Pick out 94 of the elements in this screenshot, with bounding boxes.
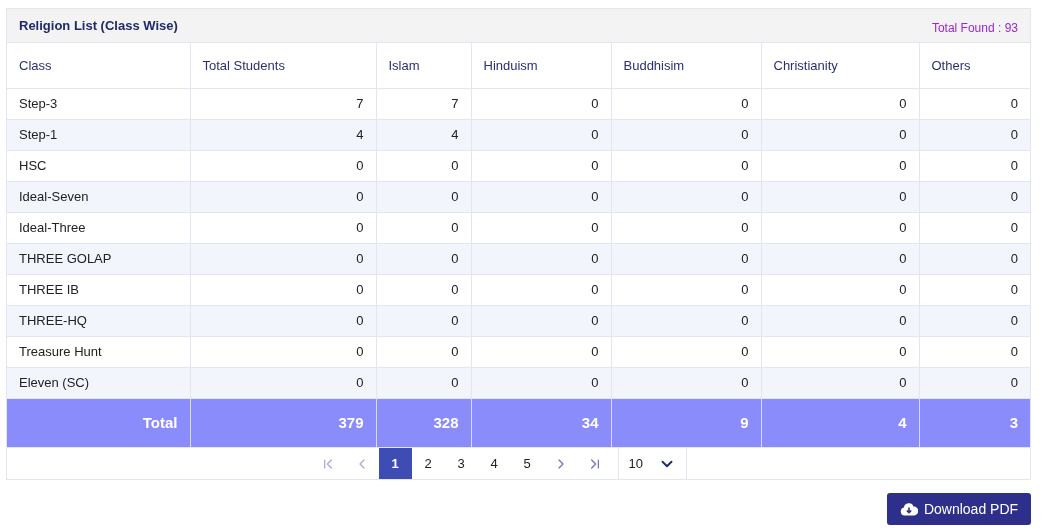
total-cell: 34	[471, 398, 611, 447]
table-cell: 0	[471, 367, 611, 398]
column-header: Total Students	[190, 43, 376, 88]
table-cell: 0	[376, 150, 471, 181]
column-header: Buddhisim	[611, 43, 761, 88]
table-cell: 0	[376, 181, 471, 212]
table-cell: 0	[919, 305, 1030, 336]
table-cell: THREE-HQ	[7, 305, 190, 336]
table-cell: 0	[611, 367, 761, 398]
column-header: Christianity	[761, 43, 919, 88]
table-cell: 0	[919, 150, 1030, 181]
table-cell: 0	[471, 274, 611, 305]
page-button[interactable]: 1	[378, 447, 412, 479]
table-cell: 0	[761, 150, 919, 181]
table-cell: 0	[761, 336, 919, 367]
table-cell: 0	[190, 274, 376, 305]
table-cell: 0	[611, 243, 761, 274]
table-cell: 0	[190, 181, 376, 212]
table-cell: 0	[471, 212, 611, 243]
table-cell: 7	[190, 88, 376, 119]
column-header: Islam	[376, 43, 471, 88]
table-cell: 0	[761, 88, 919, 119]
table-cell: 0	[190, 212, 376, 243]
total-cell: Total	[7, 398, 190, 447]
table-cell: 0	[611, 212, 761, 243]
table-cell: 0	[919, 181, 1030, 212]
table-cell: 0	[761, 274, 919, 305]
table-cell: Ideal-Three	[7, 212, 190, 243]
table-cell: 0	[761, 367, 919, 398]
table-cell: HSC	[7, 150, 190, 181]
total-cell: 379	[190, 398, 376, 447]
table-cell: 0	[190, 150, 376, 181]
table-cell: Ideal-Seven	[7, 181, 190, 212]
total-found: Total Found : 93	[931, 19, 1018, 37]
page-button[interactable]: 4	[477, 447, 511, 479]
page-button[interactable]: 3	[444, 447, 478, 479]
table-cell: 0	[761, 243, 919, 274]
table-cell: 0	[761, 119, 919, 150]
table-cell: 0	[761, 212, 919, 243]
table-cell: 4	[190, 119, 376, 150]
total-cell: 328	[376, 398, 471, 447]
table-cell: 0	[611, 150, 761, 181]
table-cell: 0	[919, 212, 1030, 243]
table-cell: 0	[471, 336, 611, 367]
table-cell: 0	[376, 212, 471, 243]
table-cell: 0	[919, 367, 1030, 398]
table-cell: 0	[919, 274, 1030, 305]
table-cell: 0	[190, 243, 376, 274]
total-cell: 3	[919, 398, 1030, 447]
table-cell: 0	[611, 181, 761, 212]
column-header: Hinduism	[471, 43, 611, 88]
table-cell: 0	[190, 336, 376, 367]
table-cell: 0	[376, 305, 471, 336]
table-cell: 0	[919, 119, 1030, 150]
table-cell: 0	[611, 88, 761, 119]
total-cell: 9	[611, 398, 761, 447]
page-size-select[interactable]: 10	[617, 447, 687, 479]
table-cell: 0	[919, 88, 1030, 119]
table-cell: 0	[611, 305, 761, 336]
table-cell: Eleven (SC)	[7, 367, 190, 398]
table-cell: 0	[919, 243, 1030, 274]
table-cell: 0	[611, 274, 761, 305]
column-header: Class	[7, 43, 190, 88]
table-cell: 0	[471, 88, 611, 119]
total-cell: 4	[761, 398, 919, 447]
table-cell: Treasure Hunt	[7, 336, 190, 367]
table-cell: THREE GOLAP	[7, 243, 190, 274]
table-cell: 0	[761, 181, 919, 212]
table-cell: 7	[376, 88, 471, 119]
cloud-download-icon	[899, 502, 918, 516]
table-cell: 0	[376, 367, 471, 398]
table-cell: 0	[376, 274, 471, 305]
download-pdf-button[interactable]: Download PDF	[887, 493, 1031, 525]
table-cell: THREE IB	[7, 274, 190, 305]
table-cell: 4	[376, 119, 471, 150]
table-cell: 0	[190, 367, 376, 398]
table-cell: 0	[471, 150, 611, 181]
table-cell: Step-1	[7, 119, 190, 150]
page-button[interactable]: 5	[510, 447, 544, 479]
table-cell: 0	[471, 305, 611, 336]
table-cell: 0	[471, 181, 611, 212]
table-cell: 0	[376, 336, 471, 367]
page-button[interactable]: 2	[411, 447, 445, 479]
table-cell: 0	[471, 243, 611, 274]
table-cell: 0	[611, 336, 761, 367]
table-cell: 0	[471, 119, 611, 150]
panel-title: Religion List (Class Wise)	[19, 16, 178, 35]
column-header: Others	[919, 43, 1030, 88]
table-cell: 0	[761, 305, 919, 336]
table-cell: Step-3	[7, 88, 190, 119]
table-cell: 0	[190, 305, 376, 336]
table-cell: 0	[611, 119, 761, 150]
table-cell: 0	[919, 336, 1030, 367]
table-cell: 0	[376, 243, 471, 274]
